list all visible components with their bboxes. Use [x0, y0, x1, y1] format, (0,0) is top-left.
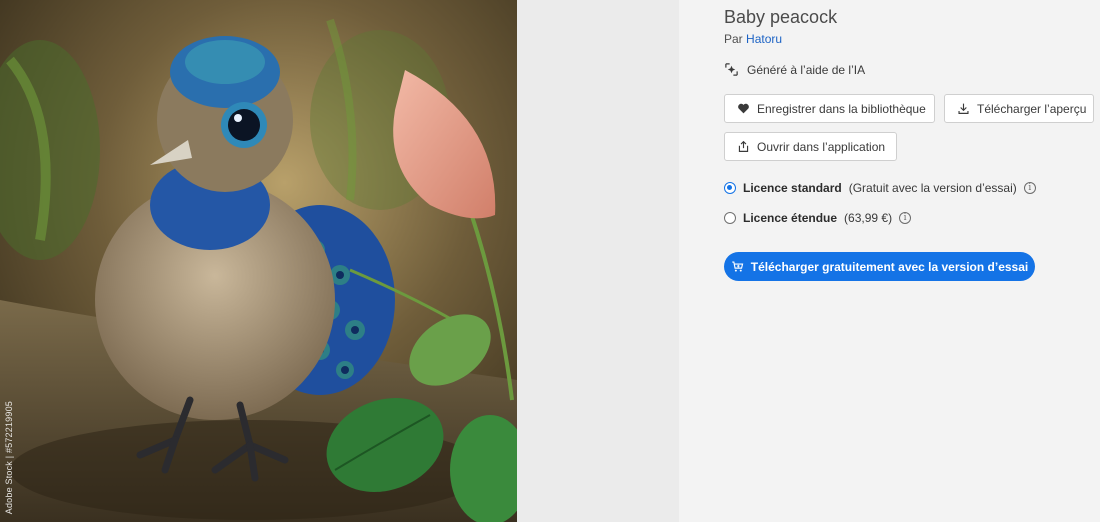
- open-in-app-button[interactable]: Ouvrir dans l’application: [724, 132, 897, 161]
- download-icon: [958, 103, 969, 114]
- asset-details-panel: Baby peacock Par Hatoru Généré à l’aide …: [679, 0, 1100, 522]
- license-extended-radio[interactable]: [724, 212, 736, 224]
- ai-sparkle-icon: [725, 63, 738, 76]
- peacock-illustration: [0, 0, 517, 522]
- save-button-label: Enregistrer dans la bibliothèque: [757, 101, 926, 116]
- free-trial-download-button[interactable]: Télécharger gratuitement avec la version…: [724, 252, 1035, 281]
- byline: Par Hatoru: [724, 32, 782, 46]
- info-icon[interactable]: i: [1023, 182, 1036, 194]
- license-standard-option[interactable]: Licence standard (Gratuit avec la versio…: [724, 181, 1036, 195]
- license-standard-name: Licence standard: [743, 181, 842, 195]
- ai-generated-label: Généré à l’aide de l’IA: [747, 62, 866, 77]
- byline-prefix: Par: [724, 32, 743, 46]
- license-extended-option[interactable]: Licence étendue (63,99 €) i: [724, 211, 912, 225]
- heart-icon: [738, 103, 749, 114]
- license-extended-name: Licence étendue: [743, 211, 838, 225]
- preview-button-label: Télécharger l’aperçu: [977, 101, 1087, 116]
- license-extended-note: (63,99 €): [844, 211, 893, 225]
- stock-image[interactable]: Adobe Stock | #572219905: [0, 0, 517, 522]
- cta-label: Télécharger gratuitement avec la version…: [750, 259, 1029, 274]
- asset-title: Baby peacock: [724, 7, 838, 27]
- license-standard-radio[interactable]: [724, 182, 736, 194]
- license-standard-note: (Gratuit avec la version d’essai): [848, 181, 1017, 195]
- download-preview-button[interactable]: Télécharger l’aperçu: [944, 94, 1094, 123]
- image-gutter: [517, 0, 679, 522]
- stock-credit: Adobe Stock | #572219905: [4, 400, 14, 514]
- info-icon[interactable]: i: [899, 212, 912, 224]
- open-button-label: Ouvrir dans l’application: [757, 139, 886, 154]
- ai-generated-badge: Généré à l’aide de l’IA: [724, 62, 865, 77]
- cart-icon: [731, 261, 744, 272]
- author-link[interactable]: Hatoru: [746, 32, 782, 46]
- share-open-icon: [738, 140, 749, 152]
- save-to-library-button[interactable]: Enregistrer dans la bibliothèque: [724, 94, 935, 123]
